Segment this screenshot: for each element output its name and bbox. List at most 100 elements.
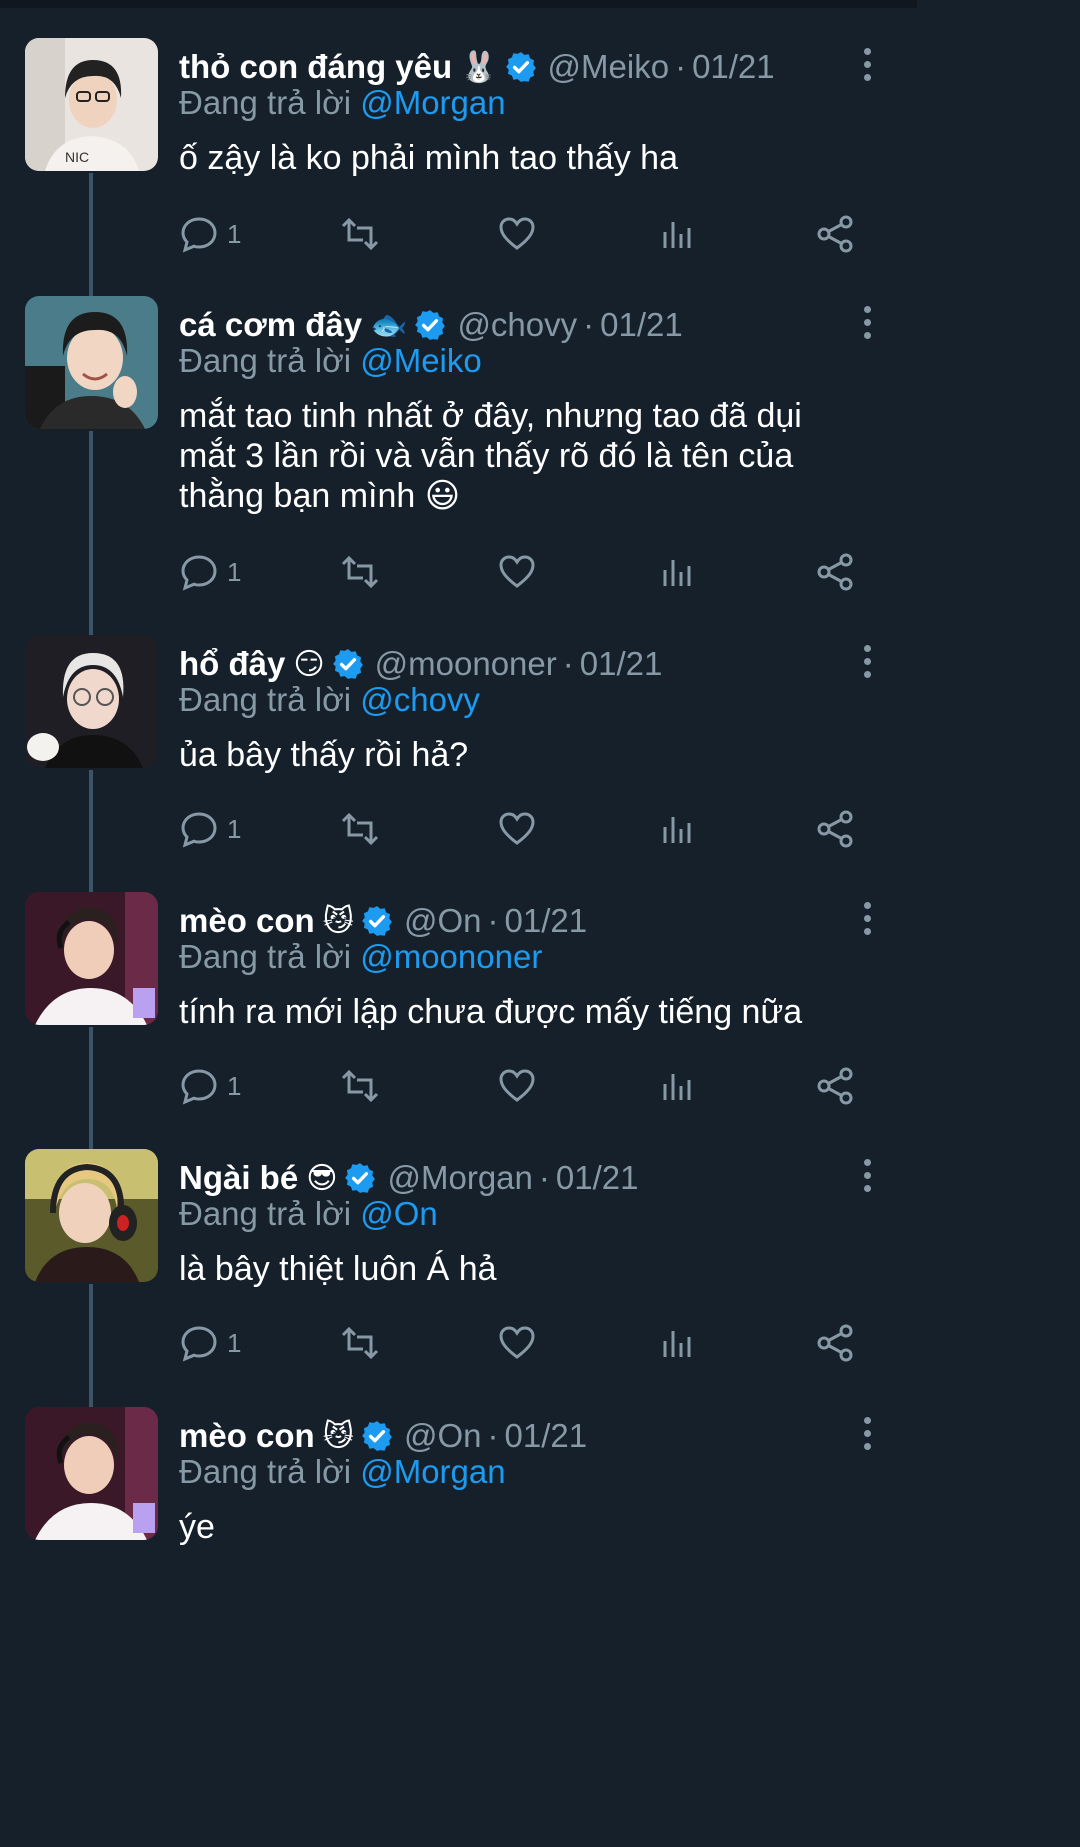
display-name[interactable]: mèo con (179, 902, 315, 940)
heart-icon (499, 555, 535, 588)
avatar[interactable] (25, 296, 158, 429)
share-button[interactable] (815, 809, 855, 849)
avatar[interactable] (25, 1407, 158, 1540)
more-vertical-icon[interactable] (863, 48, 873, 82)
display-name[interactable]: cá cơm đây (179, 306, 362, 344)
avatar[interactable] (25, 1149, 158, 1282)
tweet[interactable]: mèo con 😼 @On · 01/21 Đang trả lời @Morg… (0, 1407, 917, 1665)
stats-icon (663, 817, 691, 843)
tweet-text: mắt tao tinh nhất ở đây, nhưng tao đã dụ… (179, 397, 802, 515)
name-emoji: 🐰 (460, 49, 498, 85)
more-vertical-icon[interactable] (863, 1159, 873, 1193)
replying-to-label: Đang trả lời (179, 84, 352, 121)
more-vertical-icon[interactable] (863, 902, 873, 936)
replying-to-label: Đang trả lời (179, 1195, 352, 1232)
like-button[interactable] (497, 1066, 537, 1106)
reply-count: 1 (227, 556, 242, 587)
reply-button[interactable]: 1 (179, 1066, 241, 1106)
reply-to-handle[interactable]: @Meiko (360, 342, 482, 379)
tweet-date[interactable]: 01/21 (505, 1417, 588, 1455)
verified-badge-icon (343, 1161, 377, 1195)
retweet-button[interactable] (337, 1323, 383, 1363)
share-button[interactable] (815, 552, 855, 592)
retweet-icon (341, 1069, 379, 1103)
retweet-button[interactable] (337, 1066, 383, 1106)
reply-to-handle[interactable]: @Morgan (360, 1453, 505, 1490)
thread-connector (89, 173, 93, 296)
reply-icon (181, 1069, 217, 1105)
stats-icon (663, 560, 691, 586)
avatar[interactable] (25, 635, 158, 768)
tweet-actions: 1 (179, 552, 859, 592)
user-handle[interactable]: @moononer (375, 645, 557, 683)
reply-count: 1 (227, 1327, 242, 1358)
share-button[interactable] (815, 1323, 855, 1363)
reply-button[interactable]: 1 (179, 1323, 241, 1363)
display-name[interactable]: hổ đây (179, 645, 285, 683)
tweet[interactable]: mèo con 😼 @On · 01/21 Đang trả lời @moon… (0, 892, 917, 1150)
tweet[interactable]: NIC thỏ con đáng yêu 🐰 @Meiko · 01/21 Đa… (0, 38, 917, 296)
like-button[interactable] (497, 809, 537, 849)
retweet-button[interactable] (337, 552, 383, 592)
tweet[interactable]: cá cơm đây 🐟 @chovy · 01/21 Đang trả lời… (0, 296, 917, 636)
more-vertical-icon[interactable] (863, 306, 873, 340)
verified-badge-icon (331, 647, 365, 681)
reply-icon (181, 812, 217, 848)
more-vertical-icon[interactable] (863, 1417, 873, 1451)
verified-badge-icon (360, 1419, 394, 1453)
stats-button[interactable] (657, 552, 697, 592)
tweet-actions: 1 (179, 1323, 859, 1363)
reply-button[interactable]: 1 (179, 214, 241, 254)
display-name[interactable]: mèo con (179, 1417, 315, 1455)
reply-button[interactable]: 1 (179, 809, 241, 849)
stats-button[interactable] (657, 1066, 697, 1106)
svg-text:NIC: NIC (65, 149, 89, 165)
share-icon (817, 1067, 853, 1105)
name-emoji: 🐟 (370, 307, 408, 343)
tweet-date[interactable]: 01/21 (600, 306, 683, 344)
avatar[interactable]: NIC (25, 38, 158, 171)
display-name[interactable]: thỏ con đáng yêu (179, 48, 452, 86)
share-button[interactable] (815, 214, 855, 254)
user-handle[interactable]: @chovy (457, 306, 577, 344)
replying-to-label: Đang trả lời (179, 681, 352, 718)
tweet-text: là bây thiệt luôn Á hả (179, 1250, 497, 1288)
like-button[interactable] (497, 1323, 537, 1363)
separator-dot: · (583, 306, 595, 343)
user-handle[interactable]: @On (404, 1417, 482, 1455)
tweet-date[interactable]: 01/21 (580, 645, 663, 683)
replying-to-label: Đang trả lời (179, 342, 352, 379)
replying-to: Đang trả lời @Morgan (179, 84, 506, 122)
tweet[interactable]: Ngài bé 😎 @Morgan · 01/21 Đang trả lời @… (0, 1149, 917, 1407)
avatar[interactable] (25, 892, 158, 1025)
reply-to-handle[interactable]: @On (360, 1195, 438, 1232)
tweet-date[interactable]: 01/21 (505, 902, 588, 940)
stats-button[interactable] (657, 809, 697, 849)
like-button[interactable] (497, 214, 537, 254)
tweet[interactable]: hổ đây 😏 @moononer · 01/21 Đang trả lời … (0, 635, 917, 893)
replying-to-label: Đang trả lời (179, 1453, 352, 1490)
share-button[interactable] (815, 1066, 855, 1106)
reply-icon (181, 217, 217, 253)
tweet-text: tính ra mới lập chưa được mấy tiếng nữa (179, 993, 803, 1031)
stats-button[interactable] (657, 214, 697, 254)
tweet-date[interactable]: 01/21 (692, 48, 775, 86)
user-handle[interactable]: @On (404, 902, 482, 940)
display-name[interactable]: Ngài bé (179, 1159, 298, 1197)
more-vertical-icon[interactable] (863, 645, 873, 679)
retweet-icon (341, 217, 379, 251)
tweet-actions: 1 (179, 1066, 859, 1106)
stats-button[interactable] (657, 1323, 697, 1363)
retweet-button[interactable] (337, 809, 383, 849)
reply-button[interactable]: 1 (179, 552, 241, 592)
share-icon (817, 215, 853, 253)
user-handle[interactable]: @Meiko (548, 48, 670, 86)
tweet-actions: 1 (179, 809, 859, 849)
like-button[interactable] (497, 552, 537, 592)
user-handle[interactable]: @Morgan (387, 1159, 532, 1197)
reply-to-handle[interactable]: @moononer (360, 938, 542, 975)
tweet-date[interactable]: 01/21 (556, 1159, 639, 1197)
reply-to-handle[interactable]: @Morgan (360, 84, 505, 121)
retweet-button[interactable] (337, 214, 383, 254)
reply-to-handle[interactable]: @chovy (360, 681, 480, 718)
